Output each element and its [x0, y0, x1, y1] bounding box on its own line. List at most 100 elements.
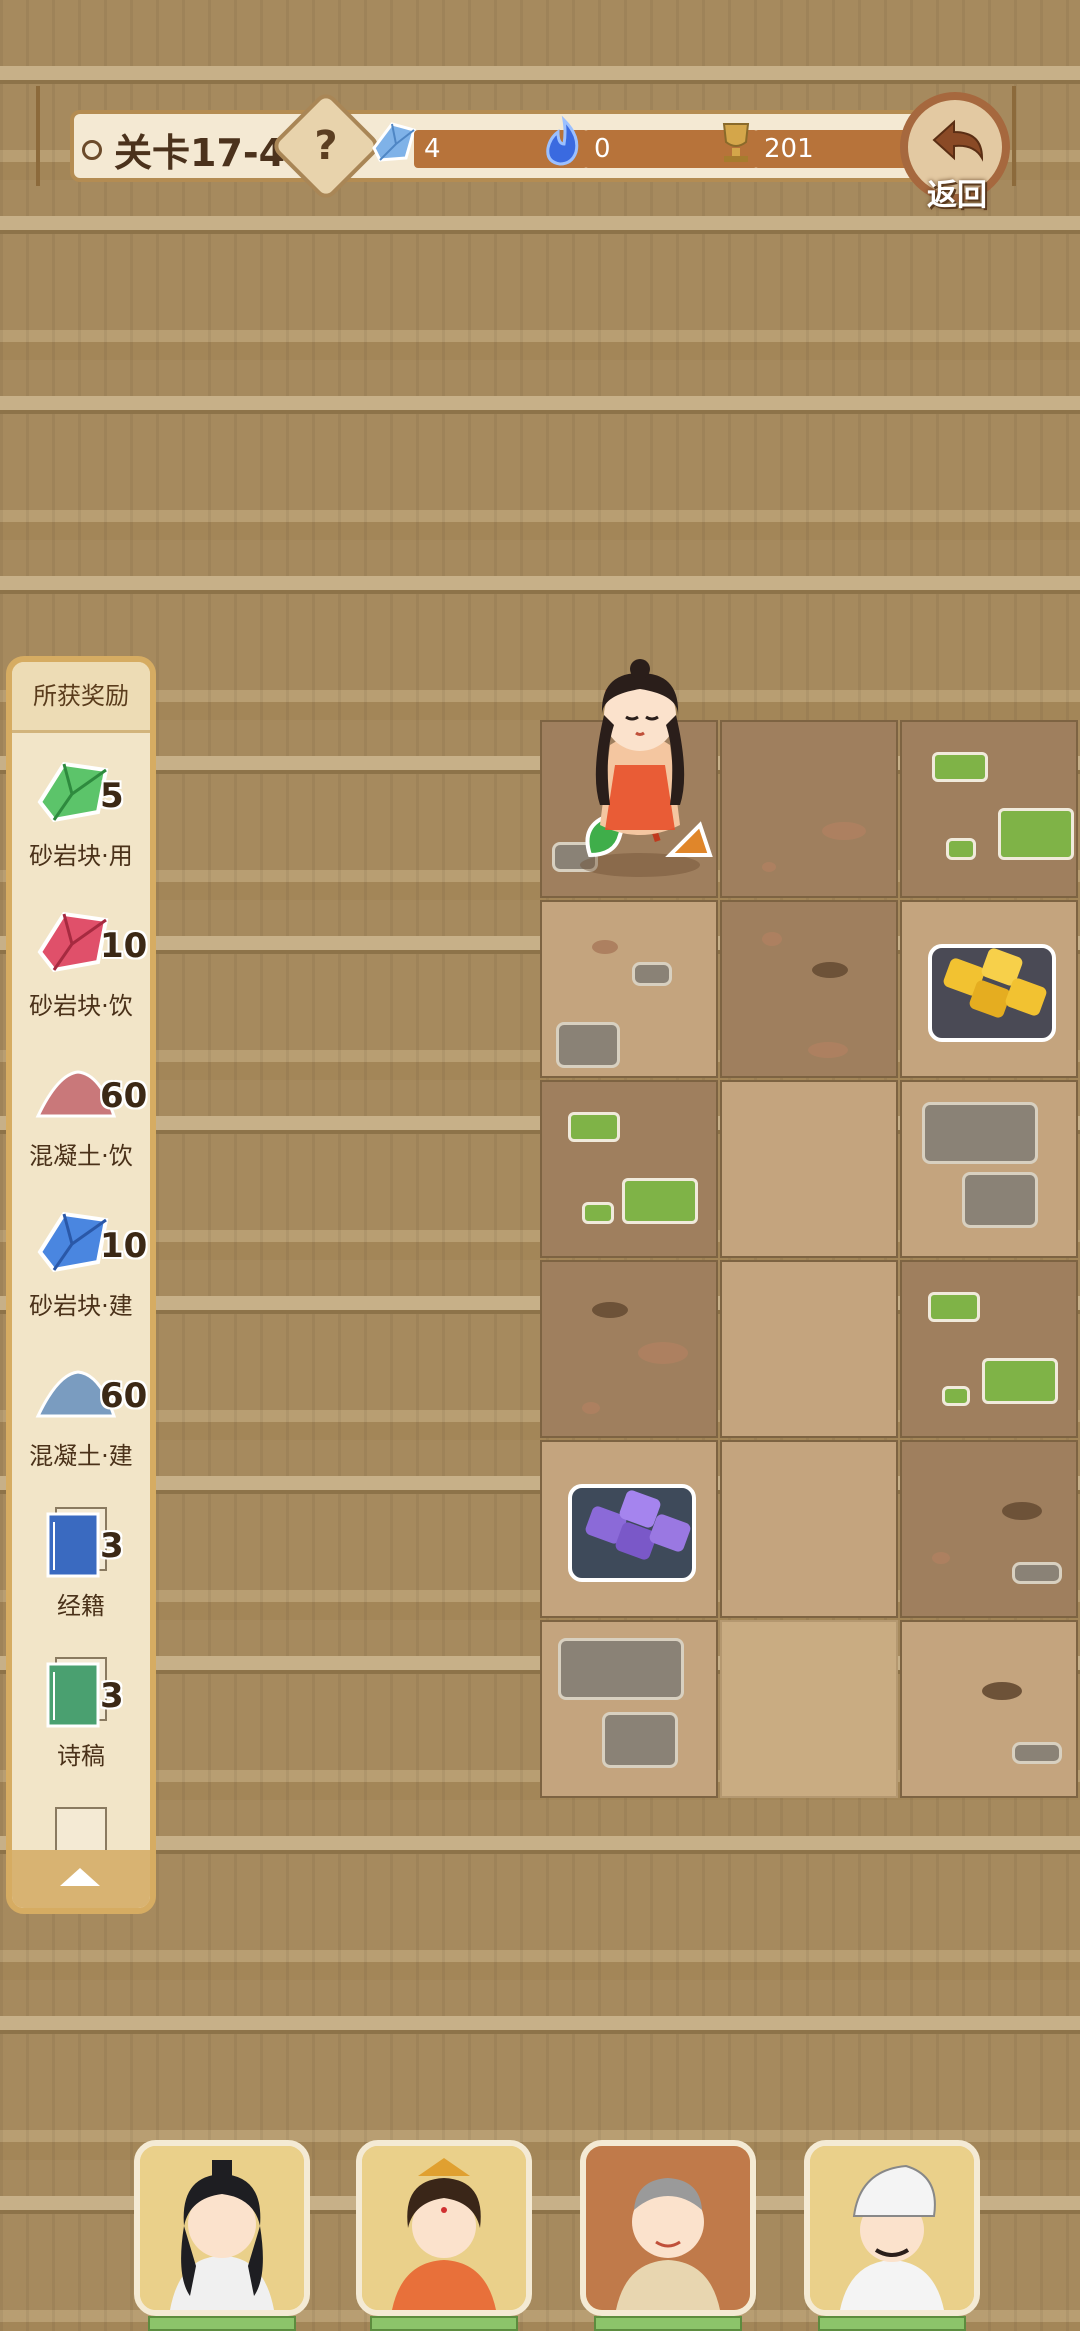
rock-icon	[1012, 1742, 1062, 1764]
reward-item[interactable]: 3 诗稿	[12, 1636, 150, 1786]
ground-ridge	[0, 66, 1080, 84]
help-icon: ?	[314, 123, 338, 169]
ground-ridge	[0, 216, 1080, 234]
hole-icon	[592, 1302, 628, 1318]
reward-name: 混凝土·饮	[29, 1142, 133, 1170]
reward-item[interactable]: 3 经籍	[12, 1486, 150, 1636]
portrait-scholar	[134, 2140, 310, 2316]
reward-name: 混凝土·建	[29, 1442, 133, 1470]
moss-icon	[946, 838, 976, 860]
back-label: 返回	[927, 178, 987, 213]
reward-count: 5	[100, 776, 124, 816]
hanging-rope	[1012, 86, 1036, 186]
dig-tile[interactable]	[720, 900, 898, 1078]
top-bar: 关卡17-4 ? 4 0 201	[70, 89, 990, 203]
bullet-icon	[82, 140, 102, 160]
reward-name: 砂岩块·用	[29, 842, 133, 870]
dig-tile[interactable]	[720, 1440, 898, 1618]
scholar-portrait-icon	[140, 2146, 304, 2310]
dig-tile[interactable]	[900, 900, 1078, 1078]
pebble-icon	[932, 1552, 950, 1564]
hero-official[interactable]	[804, 2140, 980, 2331]
dig-tile[interactable]	[720, 1260, 898, 1438]
rock-icon	[922, 1102, 1038, 1164]
moss-icon	[568, 1112, 620, 1142]
ground-ridge	[0, 396, 1080, 414]
dig-tile[interactable]	[900, 720, 1078, 898]
moss-icon	[998, 808, 1074, 860]
reward-count: 10	[100, 1226, 148, 1266]
reward-count: 60	[100, 1376, 148, 1416]
portrait-official	[804, 2140, 980, 2316]
pebble-icon	[762, 862, 776, 872]
rock-icon	[556, 1022, 620, 1068]
dig-tile[interactable]	[900, 1620, 1078, 1798]
reward-item[interactable]: 60 混凝土·建	[12, 1336, 150, 1486]
reward-count: 60	[100, 1076, 148, 1116]
digger-character	[580, 659, 713, 877]
monk-portrait-icon	[586, 2146, 750, 2310]
dig-tile[interactable]	[540, 1620, 718, 1798]
official-portrait-icon	[810, 2146, 974, 2310]
reward-count: 10	[100, 926, 148, 966]
collapse-panel-button[interactable]	[12, 1850, 150, 1908]
moss-icon	[942, 1386, 970, 1406]
health-bar	[594, 2316, 742, 2331]
purple-ore-icon	[568, 1484, 696, 1582]
back-arrow-icon	[932, 119, 984, 162]
dig-tile[interactable]	[900, 1440, 1078, 1618]
pebble-icon	[808, 1042, 848, 1058]
gold-ore-icon	[928, 944, 1056, 1042]
portrait-monk	[580, 2140, 756, 2316]
reward-count: 3	[100, 1676, 124, 1716]
moss-icon	[582, 1202, 614, 1224]
dig-tile[interactable]	[720, 1080, 898, 1258]
rock-icon	[602, 1712, 678, 1768]
rewards-title: 所获奖励	[12, 662, 150, 733]
reward-name: 诗稿	[57, 1742, 105, 1770]
pebble-icon	[592, 940, 618, 954]
ground-ridge	[0, 576, 1080, 594]
dig-tile[interactable]	[720, 1620, 898, 1798]
health-bar	[370, 2316, 518, 2331]
hole-icon	[1002, 1502, 1042, 1520]
dig-tile[interactable]	[540, 1080, 718, 1258]
dig-tile[interactable]	[540, 1260, 718, 1438]
hero-scholar[interactable]	[134, 2140, 310, 2331]
reward-name: 经籍	[57, 1592, 105, 1620]
reward-item[interactable]: 10 砂岩块·建	[12, 1186, 150, 1336]
rewards-panel: 所获奖励 5 砂岩块·用 10 砂岩块·饮 60 混凝土·饮 10 砂岩块·建 …	[6, 656, 156, 1914]
pebble-icon	[822, 822, 866, 840]
ground-ridge	[0, 1836, 1080, 1854]
chevron-up-icon	[60, 1868, 100, 1886]
reward-item[interactable]: 5 砂岩块·用	[12, 736, 150, 886]
dig-tile[interactable]	[540, 900, 718, 1078]
reward-item[interactable]: 60 混凝土·饮	[12, 1036, 150, 1186]
pebble-icon	[582, 1402, 600, 1414]
ground-ridge	[0, 2016, 1080, 2034]
dig-tile[interactable]	[900, 1260, 1078, 1438]
dig-tile[interactable]	[900, 1080, 1078, 1258]
rock-icon	[632, 962, 672, 986]
reward-name: 砂岩块·建	[29, 1292, 133, 1320]
moss-icon	[982, 1358, 1058, 1404]
hanging-rope	[36, 86, 60, 186]
dig-tile[interactable]	[540, 1440, 718, 1618]
hole-icon	[982, 1682, 1022, 1700]
reward-name: 砂岩块·饮	[29, 992, 133, 1020]
moss-icon	[928, 1292, 980, 1322]
hole-icon	[812, 962, 848, 978]
hero-monk[interactable]	[580, 2140, 756, 2331]
health-bar	[148, 2316, 296, 2331]
rock-icon	[558, 1638, 684, 1700]
pebble-icon	[638, 1342, 688, 1364]
hero-princess[interactable]	[356, 2140, 532, 2331]
reward-count: 3	[100, 1526, 124, 1566]
level-title: 关卡17-4	[114, 131, 286, 175]
reward-item[interactable]: 10 砂岩块·饮	[12, 886, 150, 1036]
dig-tile[interactable]	[720, 720, 898, 898]
rock-icon	[962, 1172, 1038, 1228]
trophy-counter: 201	[754, 130, 924, 168]
rock-icon	[1012, 1562, 1062, 1584]
pebble-icon	[762, 932, 782, 946]
